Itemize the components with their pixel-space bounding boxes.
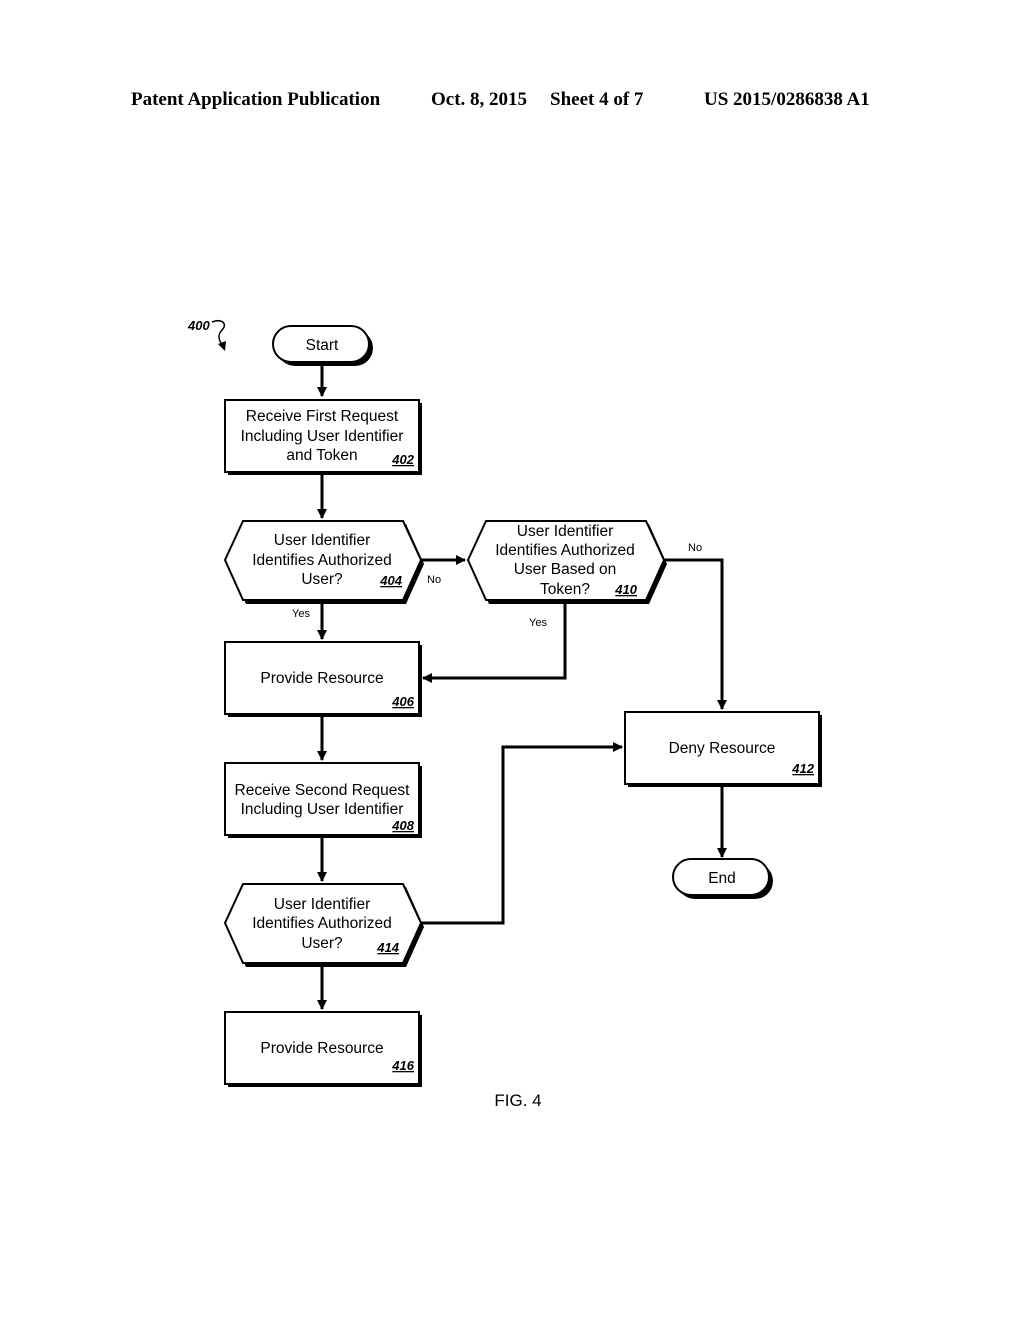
node-410-line2: Identifies Authorized — [495, 542, 635, 559]
edge-label-404-no: No — [427, 574, 441, 586]
node-402: Receive First Request Including User Ide… — [224, 399, 422, 475]
edge-414-412 — [420, 742, 623, 925]
diagram-ref-arrowhead — [218, 341, 226, 351]
node-start: Start — [272, 325, 373, 366]
node-416: Provide Resource 416 — [224, 1011, 422, 1087]
node-412-ref: 412 — [791, 761, 814, 776]
node-408-ref: 408 — [391, 818, 414, 833]
edge-label-410-yes: Yes — [529, 617, 547, 629]
node-start-label: Start — [306, 337, 339, 354]
node-412-line1: Deny Resource — [669, 740, 776, 757]
node-414-ref: 414 — [376, 940, 399, 955]
node-416-ref: 416 — [391, 1058, 414, 1073]
flowchart: 400 Yes No Yes No Start Receive First Re… — [187, 318, 822, 1110]
node-404-line1: User Identifier — [274, 532, 370, 549]
node-410-ref: 410 — [614, 582, 637, 597]
node-416-line1: Provide Resource — [260, 1040, 383, 1057]
edge-410-412 — [663, 558, 727, 710]
node-412: Deny Resource 412 — [624, 711, 822, 787]
node-410-line1: User Identifier — [517, 523, 613, 540]
node-408-line1: Receive Second Request — [235, 782, 411, 799]
edge-label-410-no: No — [688, 542, 702, 554]
node-406-line1: Provide Resource — [260, 670, 383, 687]
node-402-line2: Including User Identifier — [241, 428, 404, 445]
node-410: User Identifier Identifies Authorized Us… — [466, 520, 667, 604]
node-408-line2: Including User Identifier — [241, 801, 404, 818]
edge-label-404-yes: Yes — [292, 608, 310, 620]
node-404-line2: Identifies Authorized — [252, 552, 392, 569]
node-402-ref: 402 — [391, 452, 414, 467]
node-410-line3: User Based on — [514, 561, 617, 578]
node-404-ref: 404 — [379, 573, 402, 588]
node-406: Provide Resource 406 — [224, 641, 422, 717]
node-408: Receive Second Request Including User Id… — [224, 762, 422, 838]
node-404: User Identifier Identifies Authorized Us… — [223, 520, 424, 604]
node-414-line2: Identifies Authorized — [252, 915, 392, 932]
node-402-line3: and Token — [286, 447, 357, 464]
figure-label: FIG. 4 — [494, 1091, 541, 1110]
node-402-line1: Receive First Request — [246, 408, 399, 425]
node-414: User Identifier Identifies Authorized Us… — [223, 883, 424, 967]
node-404-line3: User? — [301, 571, 343, 588]
edge-410-406 — [422, 601, 567, 683]
node-406-ref: 406 — [391, 694, 414, 709]
node-end: End — [672, 858, 773, 899]
node-414-line1: User Identifier — [274, 896, 370, 913]
node-414-line3: User? — [301, 935, 343, 952]
node-end-label: End — [708, 870, 736, 887]
node-410-line4: Token? — [540, 581, 590, 598]
diagram-ref: 400 — [187, 318, 210, 333]
